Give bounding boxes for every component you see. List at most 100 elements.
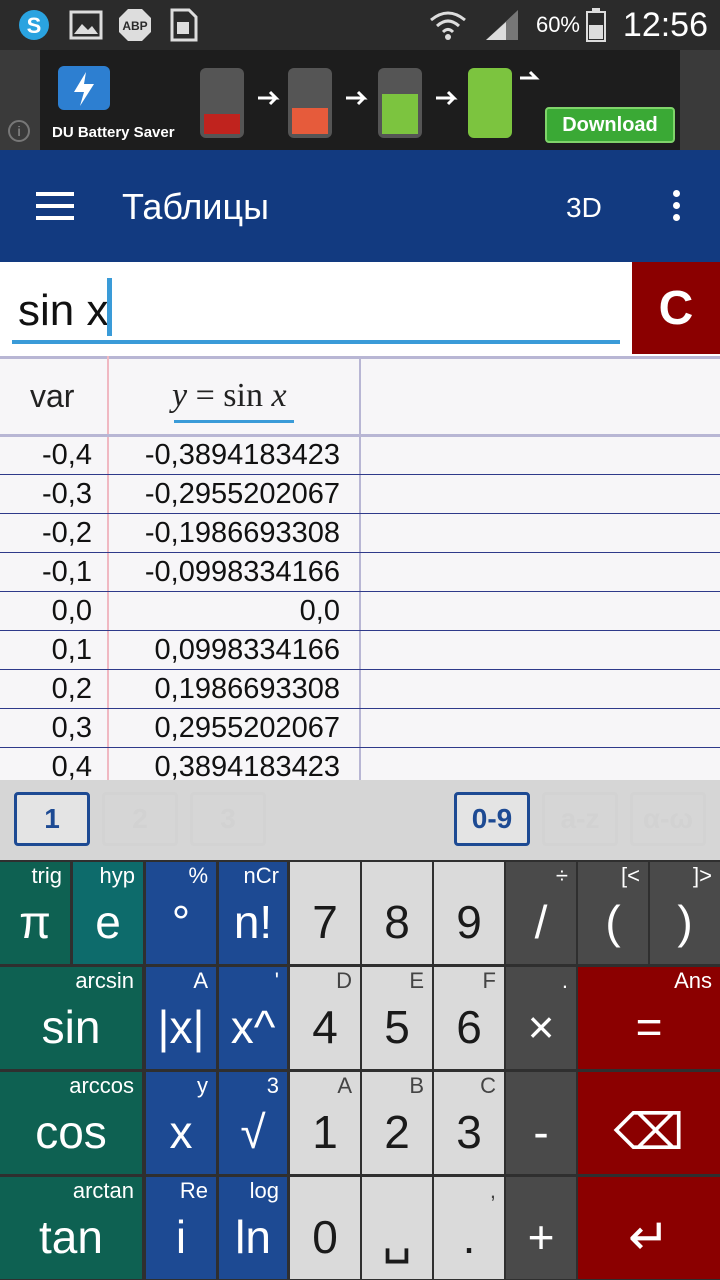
table-row[interactable]: 0,1 0,0998334166 [0, 631, 720, 670]
clock: 12:56 [622, 6, 708, 44]
mode-key-greek[interactable]: α-ω [630, 792, 706, 846]
equals-key[interactable]: Ans = [578, 967, 720, 1069]
enter-icon[interactable]: ↵ [578, 1177, 720, 1279]
key-secondary-label: A [337, 1073, 352, 1098]
digit-0-key[interactable]: 0 [290, 1177, 360, 1279]
header-x: x [271, 377, 287, 414]
key-label: |x| [157, 1001, 205, 1053]
key-secondary-label: arccos [69, 1073, 134, 1098]
digit-6-key[interactable]: F6 [434, 967, 504, 1069]
digit-5-key[interactable]: E5 [362, 967, 432, 1069]
abs-key[interactable]: A |x| [146, 967, 216, 1069]
key-label: ␣ [382, 1211, 412, 1263]
mode-key-2[interactable]: 2 [102, 792, 178, 846]
mode-key-digits[interactable]: 0-9 [454, 792, 530, 846]
space-key[interactable]: ␣ [362, 1177, 432, 1279]
mode-key-latin[interactable]: a-z [542, 792, 618, 846]
table-row[interactable]: 0,4 0,3894183423 [0, 748, 720, 780]
overflow-menu-icon[interactable] [664, 186, 688, 226]
table-row[interactable]: 0,0 0,0 [0, 592, 720, 631]
key-secondary-label: 3 [266, 1073, 279, 1098]
digit-7-key[interactable]: 7 [290, 862, 360, 964]
multiply-key[interactable]: . × [506, 967, 576, 1069]
3d-button[interactable]: 3D [566, 188, 602, 228]
key-secondary-label: y [197, 1073, 208, 1098]
digit-3-key[interactable]: C3 [434, 1072, 504, 1174]
table-row[interactable]: -0,4 -0,3894183423 [0, 436, 720, 475]
pi-key[interactable]: trig π [0, 862, 70, 964]
table-row[interactable]: -0,3 -0,2955202067 [0, 475, 720, 514]
key-label: 8 [384, 896, 410, 948]
key-label: √ [240, 1106, 266, 1158]
hamburger-menu-icon[interactable] [36, 192, 76, 220]
decimal-key[interactable]: ,. [434, 1177, 504, 1279]
divide-key[interactable]: ÷ / [506, 862, 576, 964]
clear-button[interactable]: C [632, 262, 720, 354]
ad-app-name: DU Battery Saver [52, 124, 175, 141]
plus-key[interactable]: + [506, 1177, 576, 1279]
column-header-function[interactable]: y = sin x [172, 376, 287, 416]
power-key[interactable]: ' x^ [219, 967, 287, 1069]
text-cursor [107, 278, 112, 336]
cell-var: 0,3 [51, 712, 92, 744]
imaginary-key[interactable]: Re i [146, 1177, 216, 1279]
key-secondary-label: C [480, 1073, 496, 1098]
degree-key[interactable]: % ° [146, 862, 216, 964]
ad-banner[interactable]: DU Battery Saver Download i [0, 50, 720, 150]
digit-8-key[interactable]: 8 [362, 862, 432, 964]
sqrt-key[interactable]: 3 √ [219, 1072, 287, 1174]
skype-icon: S [14, 8, 54, 42]
factorial-key[interactable]: nCr n! [219, 862, 287, 964]
mode-key-3[interactable]: 3 [190, 792, 266, 846]
backspace-icon[interactable]: ⌫ [578, 1072, 720, 1174]
key-secondary-label: A [193, 968, 208, 993]
page-title: Таблицы [122, 186, 270, 227]
cell-value: 0,0998334166 [154, 634, 340, 666]
cell-value: 0,2955202067 [154, 712, 340, 744]
key-label: ( [605, 896, 621, 948]
mode-key-1[interactable]: 1 [14, 792, 90, 846]
ln-key[interactable]: log ln [219, 1177, 287, 1279]
cell-value: -0,1986693308 [144, 517, 340, 549]
tan-key[interactable]: arctan tan [0, 1177, 142, 1279]
e-key[interactable]: hyp e [73, 862, 143, 964]
key-secondary-label: , [489, 1178, 496, 1203]
expression-input[interactable]: sin x [18, 284, 108, 338]
table-row[interactable]: -0,2 -0,1986693308 [0, 514, 720, 553]
ad-info-icon[interactable]: i [8, 120, 30, 142]
table-row[interactable]: -0,1 -0,0998334166 [0, 553, 720, 592]
key-secondary-label: . [561, 968, 568, 993]
key-secondary-label: B [409, 1073, 424, 1098]
key-label: ⌫ [613, 1104, 685, 1160]
digit-2-key[interactable]: B2 [362, 1072, 432, 1174]
cell-var: -0,3 [42, 478, 92, 510]
key-label: ° [171, 896, 191, 948]
ad-content[interactable]: DU Battery Saver Download [40, 50, 680, 150]
digit-4-key[interactable]: D4 [290, 967, 360, 1069]
open-paren-key[interactable]: [<( [578, 862, 648, 964]
key-secondary-label: Re [179, 1178, 208, 1203]
key-label: e [95, 896, 121, 948]
table-row[interactable]: 0,2 0,1986693308 [0, 670, 720, 709]
key-secondary-label: arctan [72, 1178, 134, 1203]
function-table[interactable]: var y = sin x -0,4 -0,3894183423 -0,3 -0,29… [0, 356, 720, 780]
key-label: 2 [384, 1106, 410, 1158]
minus-key[interactable]: - [506, 1072, 576, 1174]
ad-download-button[interactable]: Download [545, 107, 675, 143]
header-y: y [172, 377, 188, 414]
key-label: × [527, 1001, 555, 1053]
key-label: i [175, 1211, 187, 1263]
digit-9-key[interactable]: 9 [434, 862, 504, 964]
table-row[interactable]: 0,3 0,2955202067 [0, 709, 720, 748]
variable-x-key[interactable]: yx [146, 1072, 216, 1174]
key-secondary-label: hyp [99, 863, 135, 888]
close-paren-key[interactable]: ]>) [650, 862, 720, 964]
digit-1-key[interactable]: A1 [290, 1072, 360, 1174]
key-secondary-label: ' [274, 968, 279, 993]
key-label: 1 [312, 1106, 338, 1158]
sim-icon [166, 8, 202, 42]
sin-key[interactable]: arcsin sin [0, 967, 142, 1069]
keyboard-mode-bar: 1 2 3 0-9 a-z α-ω [0, 780, 720, 860]
cos-key[interactable]: arccos cos [0, 1072, 142, 1174]
key-label: 9 [456, 896, 482, 948]
